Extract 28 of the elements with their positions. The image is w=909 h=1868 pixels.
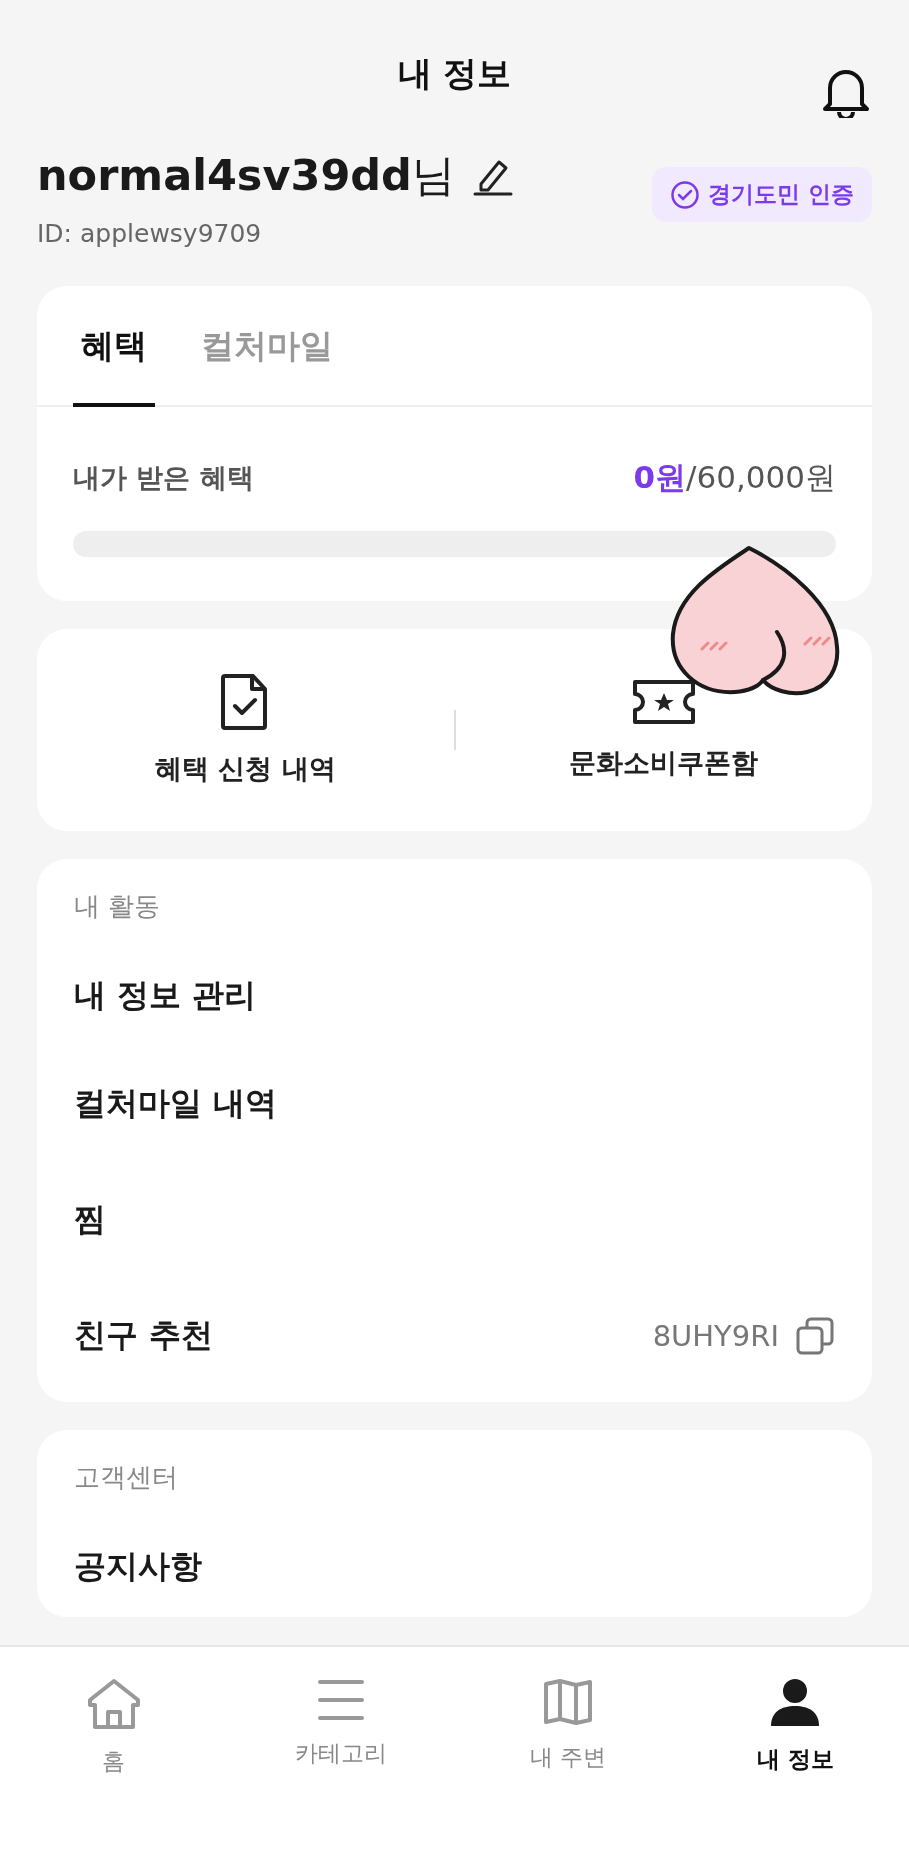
benefit-label: 내가 받은 혜택 (73, 461, 254, 495)
user-name: normal4sv39dd님 (37, 149, 455, 202)
menu-item[interactable]: 컬처마일 내역 (37, 1046, 872, 1162)
map-icon (543, 1678, 594, 1726)
benefit-amount: 0원/60,000원 (633, 458, 836, 497)
section-title: 고객센터 (73, 1461, 179, 1494)
nav-tab[interactable]: 홈 (0, 1677, 228, 1778)
ticket-icon (630, 679, 697, 725)
referral-code: 8UHY9RI (652, 1319, 779, 1353)
menu-icon (316, 1678, 365, 1722)
section-title: 내 활동 (73, 890, 162, 923)
copy-icon[interactable] (795, 1316, 835, 1356)
menu-item[interactable]: 공지사항 (37, 1517, 872, 1617)
nav-tab[interactable]: 내 주변 (454, 1677, 682, 1774)
shortcut-button[interactable]: 문화소비쿠폰함 (455, 678, 872, 782)
menu-item[interactable]: 내 정보 관리 (37, 946, 872, 1046)
tab[interactable]: 혜택 (73, 286, 155, 407)
nav-tab[interactable]: 카테고리 (227, 1677, 455, 1770)
verified-badge: 경기도민 인증 (652, 167, 872, 222)
menu-item[interactable]: 찜 (37, 1162, 872, 1278)
person-icon (769, 1678, 822, 1728)
page-title: 내 정보 (397, 51, 512, 95)
home-icon (85, 1678, 142, 1730)
user-id: ID: applewsy9709 (37, 219, 263, 248)
shortcut-button[interactable]: 혜택 신청 내역 (37, 672, 454, 788)
check-circle-icon (670, 179, 700, 210)
nav-tab[interactable]: 내 정보 (681, 1677, 909, 1776)
menu-item[interactable]: 친구 추천 8UHY9RI (37, 1278, 872, 1394)
